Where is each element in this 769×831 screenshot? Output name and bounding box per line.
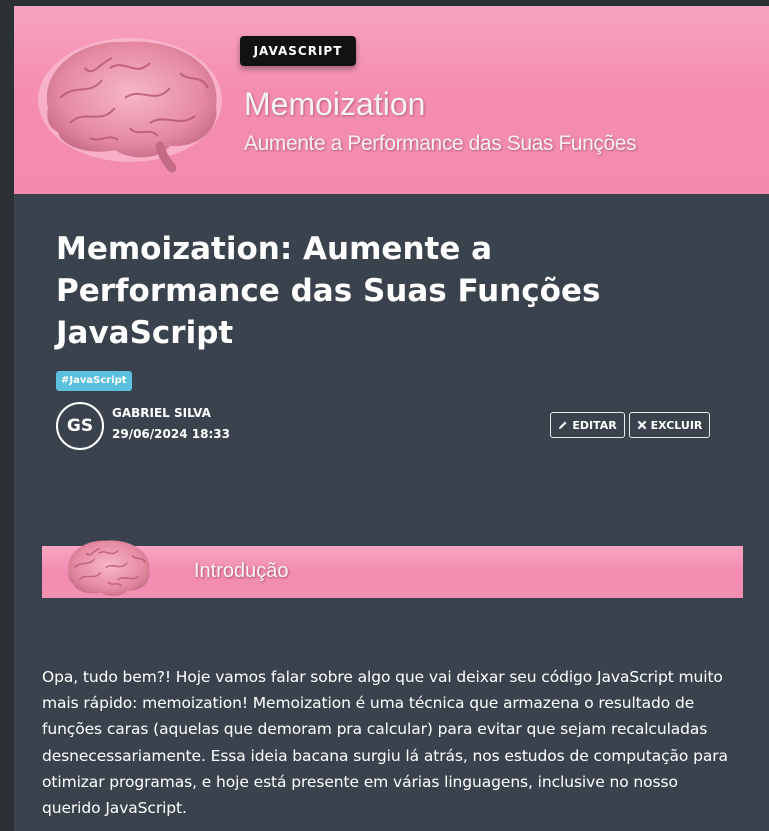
delete-button[interactable]: EXCLUIR [629, 412, 710, 438]
avatar: GS [56, 402, 104, 450]
category-tag: JAVASCRIPT [240, 36, 356, 66]
header-banner: JAVASCRIPT Memoization Aumente a Perform… [14, 6, 769, 194]
section-title: Introdução [194, 560, 289, 582]
brain-icon [68, 540, 150, 597]
post-date: 29/06/2024 18:33 [112, 427, 230, 441]
edit-button[interactable]: EDITAR [550, 412, 625, 438]
banner-title: Memoization [244, 86, 426, 122]
post-title: Memoization: Aumente a Performance das S… [56, 231, 601, 351]
intro-paragraph: Opa, tudo bem?! Hoje vamos falar sobre a… [42, 668, 728, 818]
delete-button-label: EXCLUIR [650, 418, 703, 432]
banner-subtitle: Aumente a Performance das Suas Funções [244, 132, 637, 155]
edit-button-label: EDITAR [572, 418, 617, 432]
hashtag-badge[interactable]: #JavaScript [56, 371, 132, 391]
pencil-icon [559, 421, 567, 429]
close-icon [637, 420, 646, 430]
author-name: GABRIEL SILVA [112, 406, 211, 420]
page-frame: JAVASCRIPT Memoization Aumente a Perform… [14, 6, 769, 831]
section-banner: Introdução [42, 540, 743, 598]
brain-icon [38, 38, 222, 173]
